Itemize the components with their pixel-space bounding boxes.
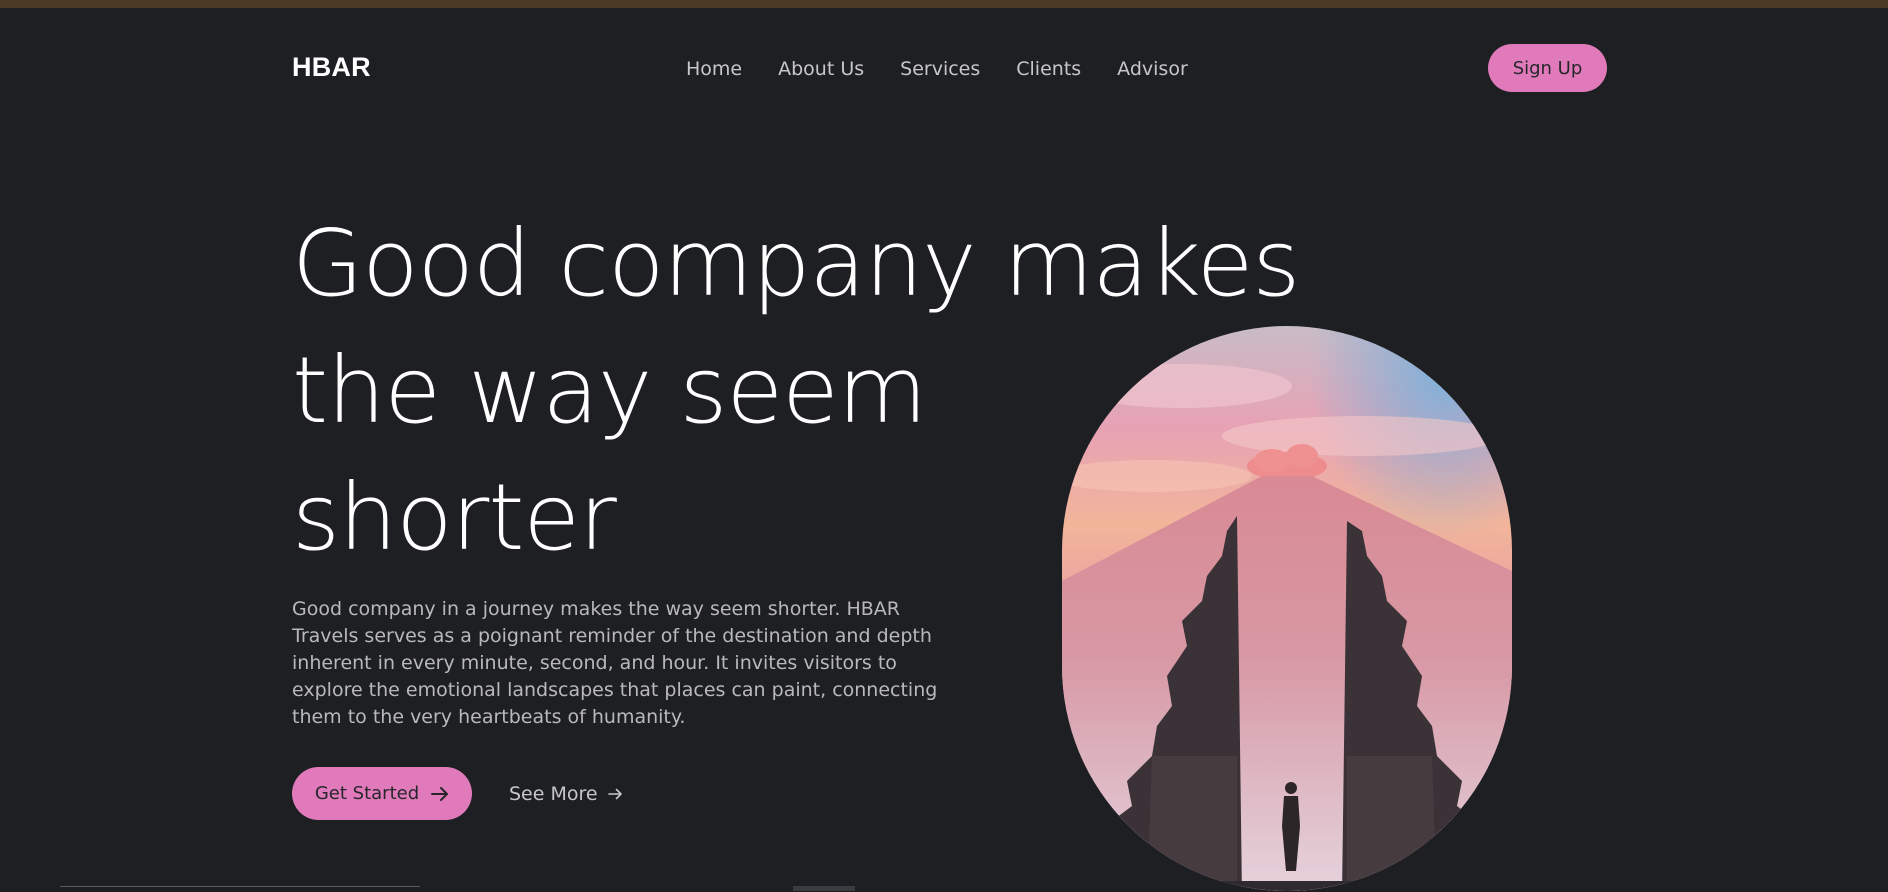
get-started-label: Get Started xyxy=(314,783,420,804)
top-strip xyxy=(0,0,1888,8)
see-more-link[interactable]: See More xyxy=(509,783,623,805)
nav-link-clients[interactable]: Clients xyxy=(1016,58,1081,80)
arrow-right-icon xyxy=(431,786,449,801)
logo[interactable]: HBAR xyxy=(292,52,371,83)
nav-link-home[interactable]: Home xyxy=(686,58,742,80)
scroll-indicator xyxy=(793,886,855,891)
hero-headline-line-1: Good company makes xyxy=(292,210,1300,317)
get-started-button[interactable]: Get Started xyxy=(292,767,472,820)
hero-image-temple-gate xyxy=(1062,326,1512,891)
see-more-label: See More xyxy=(509,782,598,805)
navbar: HBAR Home About Us Services Clients Advi… xyxy=(0,8,1888,128)
temple-gate-photo-icon xyxy=(1062,326,1512,891)
cta-row: Get Started See More xyxy=(292,767,623,820)
arrow-right-icon xyxy=(607,788,623,800)
nav-link-advisor[interactable]: Advisor xyxy=(1117,58,1188,80)
hero-description: Good company in a journey makes the way … xyxy=(292,598,938,728)
nav-link-services[interactable]: Services xyxy=(900,58,980,80)
nav-links: Home About Us Services Clients Advisor xyxy=(686,58,1188,80)
bottom-divider xyxy=(60,886,420,892)
sign-up-button[interactable]: Sign Up xyxy=(1488,44,1607,92)
nav-link-about-us[interactable]: About Us xyxy=(778,58,864,80)
